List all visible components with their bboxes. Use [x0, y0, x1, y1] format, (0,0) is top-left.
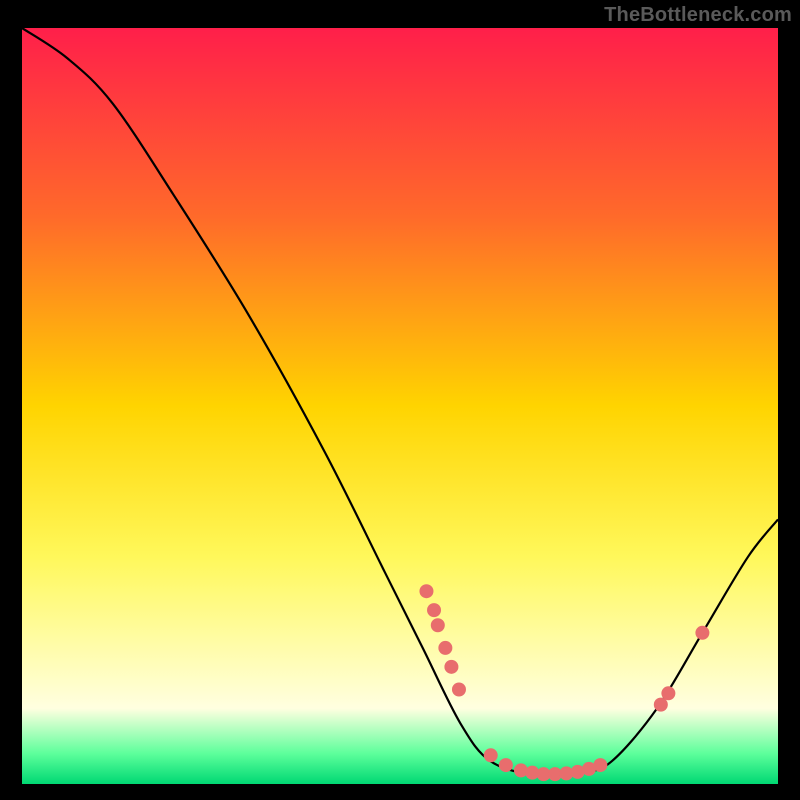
- data-marker: [661, 686, 675, 700]
- data-marker: [427, 603, 441, 617]
- bottleneck-curve-chart: [22, 28, 778, 784]
- data-marker: [452, 683, 466, 697]
- data-marker: [593, 758, 607, 772]
- data-marker: [695, 626, 709, 640]
- data-marker: [444, 660, 458, 674]
- data-marker: [438, 641, 452, 655]
- data-marker: [484, 748, 498, 762]
- chart-container: TheBottleneck.com: [0, 0, 800, 800]
- plot-area: [22, 28, 778, 784]
- watermark-text: TheBottleneck.com: [604, 4, 792, 27]
- data-marker: [419, 584, 433, 598]
- data-marker: [499, 758, 513, 772]
- data-marker: [431, 618, 445, 632]
- gradient-background: [22, 28, 778, 784]
